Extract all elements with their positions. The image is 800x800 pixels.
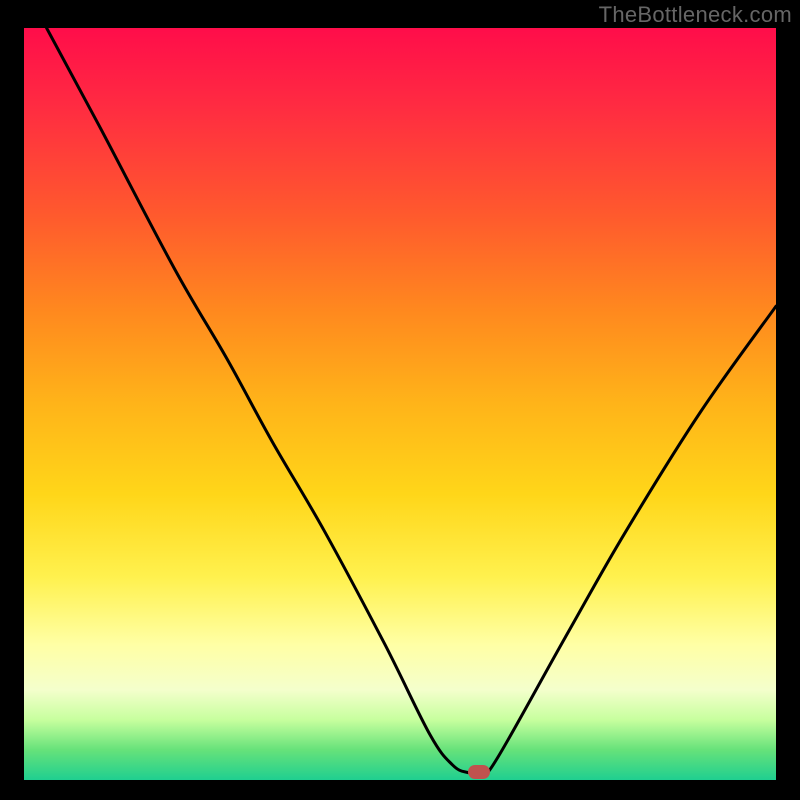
plot-area — [24, 28, 776, 780]
watermark-text: TheBottleneck.com — [599, 2, 792, 28]
chart-frame: TheBottleneck.com — [0, 0, 800, 800]
optimal-marker — [468, 765, 490, 779]
bottleneck-curve — [24, 28, 776, 780]
